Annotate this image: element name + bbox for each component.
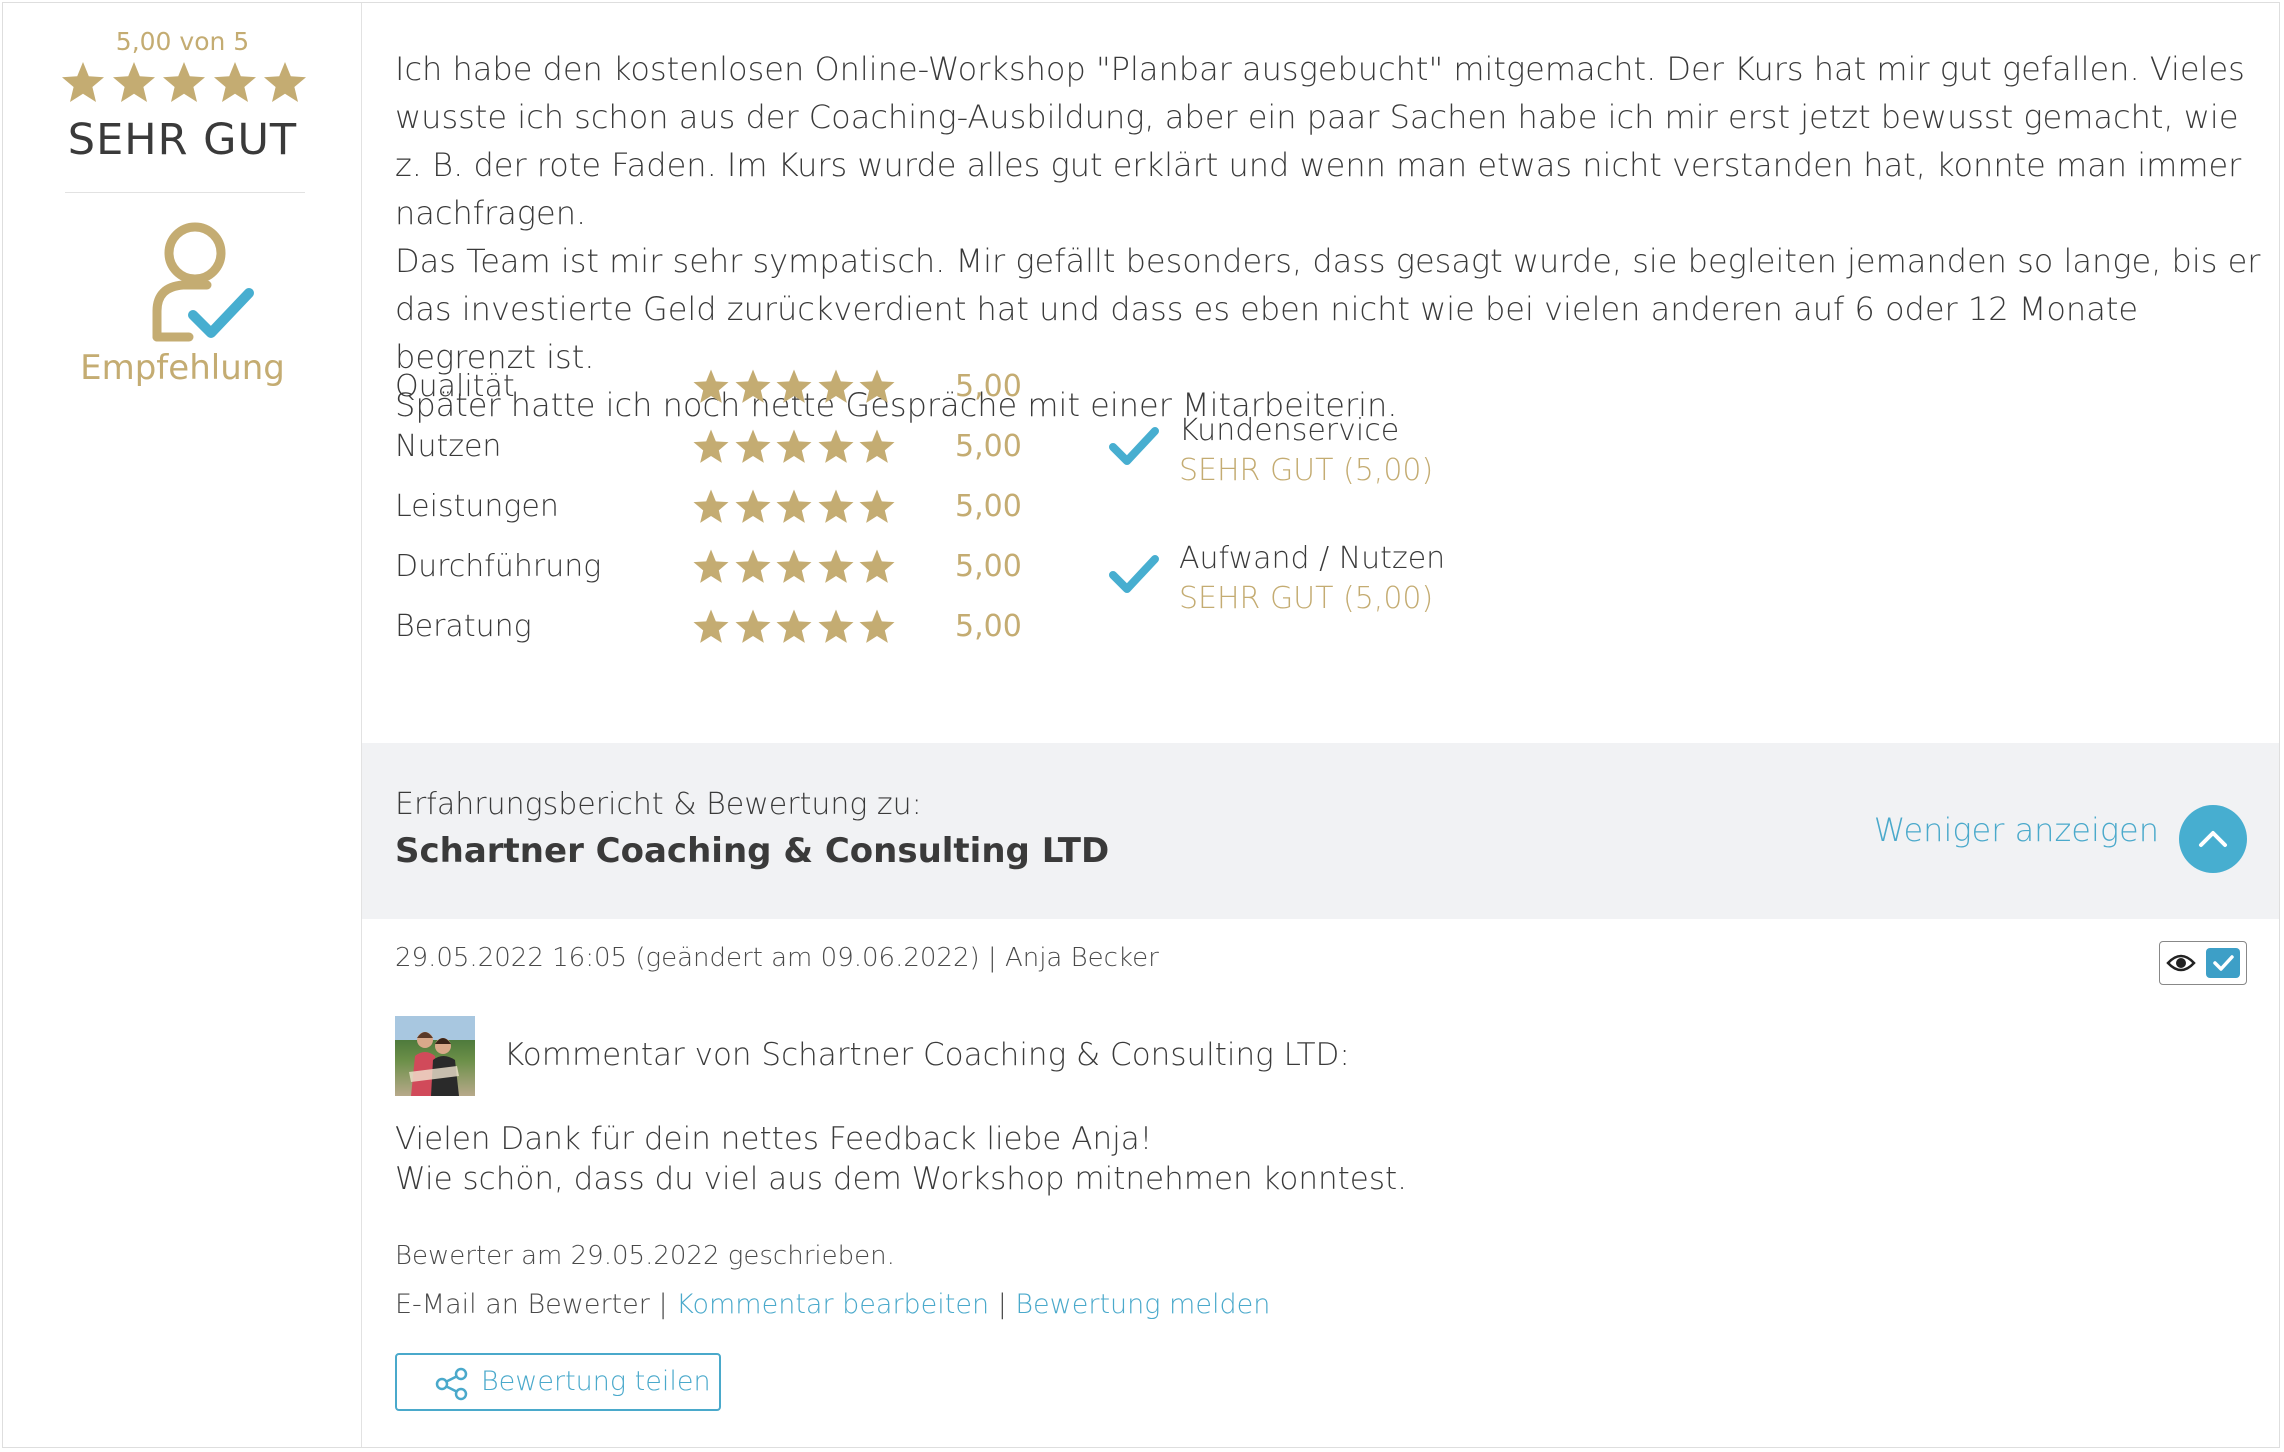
rating-stars bbox=[691, 487, 897, 529]
divider bbox=[65, 192, 305, 193]
rating-value: 5,00 bbox=[955, 369, 1022, 404]
star-icon bbox=[112, 62, 155, 102]
eye-icon[interactable] bbox=[2166, 951, 2196, 975]
share-icon bbox=[435, 1367, 469, 1401]
written-date: Bewerter am 29.05.2022 geschrieben. bbox=[395, 1241, 895, 1271]
check-aufwand-nutzen: Aufwand / Nutzen SEHR GUT (5,00) bbox=[1107, 541, 1707, 631]
share-review-button[interactable]: Bewertung teilen bbox=[395, 1353, 721, 1411]
star-icon bbox=[693, 609, 729, 643]
star-icon bbox=[776, 429, 812, 463]
review-main: Ich habe den kostenlosen Online-Workshop… bbox=[362, 3, 2279, 1447]
score-text: 5,00 von 5 bbox=[115, 27, 250, 56]
moderation-tools bbox=[2159, 941, 2247, 985]
star-icon bbox=[62, 62, 104, 102]
star-icon bbox=[776, 609, 812, 643]
star-icon bbox=[776, 369, 812, 403]
star-icon bbox=[859, 429, 895, 463]
star-icon bbox=[693, 549, 729, 583]
rating-stars bbox=[691, 427, 897, 469]
review-card: 5,00 von 5 SEHR GUT Empfehlung Ich habe … bbox=[2, 2, 2280, 1448]
comment-heading: Kommentar von Schartner Coaching & Consu… bbox=[504, 1037, 1350, 1073]
email-reviewer-link[interactable]: E-Mail an Bewerter bbox=[395, 1289, 650, 1320]
comment-line: Vielen Dank für dein nettes Feedback lie… bbox=[395, 1121, 1153, 1157]
company-intro: Erfahrungsbericht & Bewertung zu: bbox=[395, 787, 922, 822]
check-kundenservice: Kundenservice SEHR GUT (5,00) bbox=[1107, 413, 1707, 503]
rating-stars bbox=[691, 607, 897, 649]
star-icon bbox=[859, 369, 895, 403]
review-paragraph: Ich habe den kostenlosen Online-Workshop… bbox=[395, 50, 2245, 232]
share-label: Bewertung teilen bbox=[481, 1366, 711, 1397]
comment-body: Vielen Dank für dein nettes Feedback lie… bbox=[395, 1119, 1407, 1199]
star-icon bbox=[859, 609, 895, 643]
star-icon bbox=[818, 549, 853, 583]
star-icon bbox=[735, 369, 770, 403]
star-icon bbox=[735, 489, 770, 523]
star-icon bbox=[776, 489, 812, 523]
star-icon bbox=[818, 609, 853, 643]
star-icon bbox=[818, 489, 853, 523]
rating-value: 5,00 bbox=[955, 549, 1022, 584]
rating-value: 5,00 bbox=[955, 489, 1022, 524]
show-less-link[interactable]: Weniger anzeigen bbox=[1874, 811, 2159, 849]
company-panel: Erfahrungsbericht & Bewertung zu: Schart… bbox=[362, 743, 2279, 919]
rating-row-nutzen: Nutzen 5,00 bbox=[395, 427, 1022, 469]
checkmark-icon bbox=[1107, 549, 1161, 599]
check-label: Kundenservice bbox=[1179, 413, 1400, 448]
star-icon bbox=[693, 369, 729, 403]
star-icon bbox=[735, 429, 770, 463]
star-icon bbox=[818, 429, 853, 463]
rating-row-durchfuehrung: Durchführung 5,00 bbox=[395, 547, 1022, 589]
check-result: SEHR GUT (5,00) bbox=[1179, 581, 1434, 616]
rating-row-qualitaet: Qualität 5,00 bbox=[395, 367, 1022, 409]
rating-label: Beratung bbox=[395, 609, 532, 644]
star-icon bbox=[163, 62, 205, 102]
rating-stars bbox=[691, 367, 897, 409]
rating-row-beratung: Beratung 5,00 bbox=[395, 607, 1022, 649]
review-meta: 29.05.2022 16:05 (geändert am 09.06.2022… bbox=[395, 943, 1159, 973]
rating-row-leistungen: Leistungen 5,00 bbox=[395, 487, 1022, 529]
rating-value: 5,00 bbox=[955, 609, 1022, 644]
separator: | bbox=[649, 1289, 677, 1320]
star-icon bbox=[735, 609, 770, 643]
rating-label: Nutzen bbox=[395, 429, 502, 464]
avatar bbox=[395, 1016, 475, 1096]
rating-label: Durchführung bbox=[395, 549, 602, 584]
comment-line: Wie schön, dass du viel aus dem Workshop… bbox=[395, 1161, 1408, 1197]
star-icon bbox=[693, 489, 729, 523]
company-name: Schartner Coaching & Consulting LTD bbox=[395, 831, 1110, 871]
star-icon bbox=[818, 369, 853, 403]
rating-label: Leistungen bbox=[395, 489, 559, 524]
star-icon bbox=[264, 62, 306, 102]
review-paragraph: Das Team ist mir sehr sympatisch. Mir ge… bbox=[395, 242, 2261, 376]
action-links: E-Mail an Bewerter | Kommentar bearbeite… bbox=[395, 1289, 1270, 1320]
summary-panel: 5,00 von 5 SEHR GUT Empfehlung bbox=[3, 3, 362, 1447]
checkmark-icon bbox=[1107, 421, 1161, 471]
star-icon bbox=[776, 549, 812, 583]
star-icon bbox=[735, 549, 770, 583]
star-icon bbox=[213, 62, 256, 102]
summary-stars bbox=[59, 59, 309, 107]
check-result: SEHR GUT (5,00) bbox=[1179, 453, 1434, 488]
separator: | bbox=[989, 1289, 1016, 1320]
user-check-icon bbox=[149, 219, 259, 343]
star-icon bbox=[859, 549, 895, 583]
grade-label: SEHR GUT bbox=[67, 115, 298, 165]
rating-label: Qualität bbox=[395, 369, 515, 404]
rating-value: 5,00 bbox=[955, 429, 1022, 464]
checkbox-checked-icon[interactable] bbox=[2206, 948, 2240, 978]
star-icon bbox=[859, 489, 895, 523]
chevron-up-icon bbox=[2179, 805, 2247, 873]
check-label: Aufwand / Nutzen bbox=[1179, 541, 1446, 576]
edit-comment-link[interactable]: Kommentar bearbeiten bbox=[676, 1289, 989, 1320]
star-icon bbox=[693, 429, 729, 463]
recommendation-label: Empfehlung bbox=[80, 348, 285, 388]
rating-stars bbox=[691, 547, 897, 589]
report-review-link[interactable]: Bewertung melden bbox=[1015, 1289, 1270, 1320]
collapse-button[interactable] bbox=[2179, 805, 2247, 873]
